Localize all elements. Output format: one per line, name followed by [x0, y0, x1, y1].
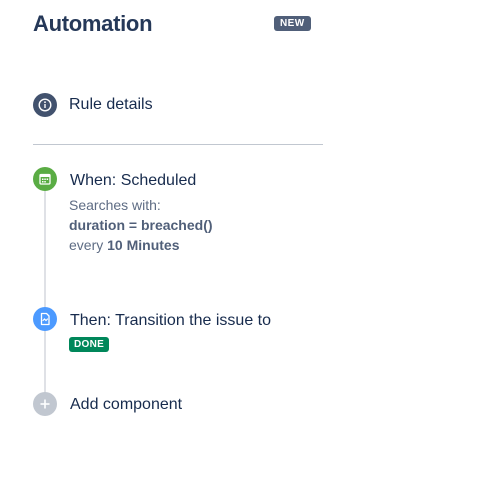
calendar-icon[interactable] [33, 167, 57, 191]
status-lozenge-done: DONE [69, 337, 110, 352]
jql-query: duration = breached() [69, 217, 213, 233]
trigger-label[interactable]: When: Scheduled [70, 171, 196, 191]
searches-with-label: Searches with: [69, 197, 161, 213]
divider [33, 144, 323, 145]
new-badge: NEW [274, 16, 311, 31]
interval-value: 10 Minutes [107, 237, 180, 253]
info-icon[interactable] [33, 93, 57, 117]
transition-icon[interactable] [33, 307, 57, 331]
every-prefix: every [69, 237, 104, 253]
action-label[interactable]: Then: Transition the issue to [70, 311, 271, 331]
page-title: Automation [33, 11, 153, 36]
add-component-button[interactable]: Add component [70, 395, 182, 415]
plus-icon[interactable] [33, 392, 57, 416]
rule-details-link[interactable]: Rule details [69, 95, 153, 115]
schedule-interval: every 10 Minutes [69, 236, 179, 254]
timeline-connector [44, 191, 46, 393]
